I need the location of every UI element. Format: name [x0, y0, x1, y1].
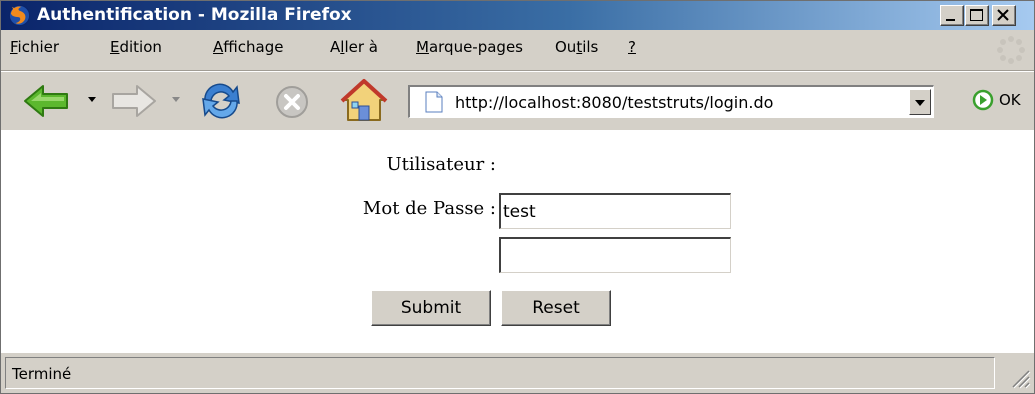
navigation-toolbar: http://localhost:8080/teststruts/login.d…: [1, 71, 1034, 131]
menu-aller-a[interactable]: Aller à: [330, 38, 378, 56]
maximize-icon: [970, 9, 983, 21]
back-dropdown-icon[interactable]: [87, 96, 97, 104]
status-text: Terminé: [12, 365, 72, 383]
menu-edition[interactable]: Edition: [110, 38, 162, 56]
status-bar: Terminé: [1, 352, 1034, 393]
window-title: Authentification - Mozilla Firefox: [37, 5, 352, 25]
reset-button[interactable]: Reset: [501, 290, 611, 326]
go-icon[interactable]: [972, 89, 994, 111]
password-field[interactable]: [499, 237, 731, 273]
reload-icon[interactable]: [197, 79, 245, 123]
submit-button[interactable]: Submit: [371, 290, 491, 326]
menu-marque-pages[interactable]: Marque-pages: [416, 38, 523, 56]
title-bar[interactable]: Authentification - Mozilla Firefox: [1, 1, 1034, 30]
menu-outils[interactable]: Outils: [555, 38, 598, 56]
firefox-icon: [8, 4, 31, 27]
menu-help[interactable]: ?: [628, 38, 636, 56]
home-icon[interactable]: [339, 78, 389, 124]
close-button[interactable]: [992, 5, 1016, 26]
address-dropdown-button[interactable]: [909, 89, 931, 115]
stop-icon[interactable]: [273, 83, 311, 121]
minimize-icon: [946, 19, 955, 21]
browser-window: Authentification - Mozilla Firefox Fichi…: [0, 0, 1035, 394]
maximize-button[interactable]: [965, 5, 989, 26]
chevron-down-icon: [915, 100, 925, 106]
status-panel: Terminé: [5, 357, 995, 389]
password-label: Mot de Passe :: [362, 198, 496, 219]
forward-dropdown-icon[interactable]: [171, 96, 181, 104]
go-button-label[interactable]: OK: [999, 91, 1021, 109]
username-label: Utilisateur :: [386, 154, 496, 175]
page-icon: [425, 91, 443, 113]
back-icon[interactable]: [21, 82, 73, 120]
forward-icon[interactable]: [107, 82, 159, 120]
address-text[interactable]: http://localhost:8080/teststruts/login.d…: [455, 93, 773, 112]
page-content: Utilisateur : Mot de Passe : Submit Rese…: [1, 130, 1034, 352]
menu-fichier[interactable]: Fichier: [10, 38, 59, 56]
menu-bar: Fichier Edition Affichage Aller à Marque…: [1, 30, 1034, 71]
close-icon: [997, 9, 1009, 21]
address-bar[interactable]: http://localhost:8080/teststruts/login.d…: [408, 85, 934, 118]
resize-grip-icon[interactable]: [1009, 367, 1031, 389]
minimize-button[interactable]: [940, 5, 964, 26]
username-field[interactable]: [499, 193, 731, 229]
throbber-icon: [997, 36, 1025, 64]
menu-affichage[interactable]: Affichage: [213, 38, 283, 56]
